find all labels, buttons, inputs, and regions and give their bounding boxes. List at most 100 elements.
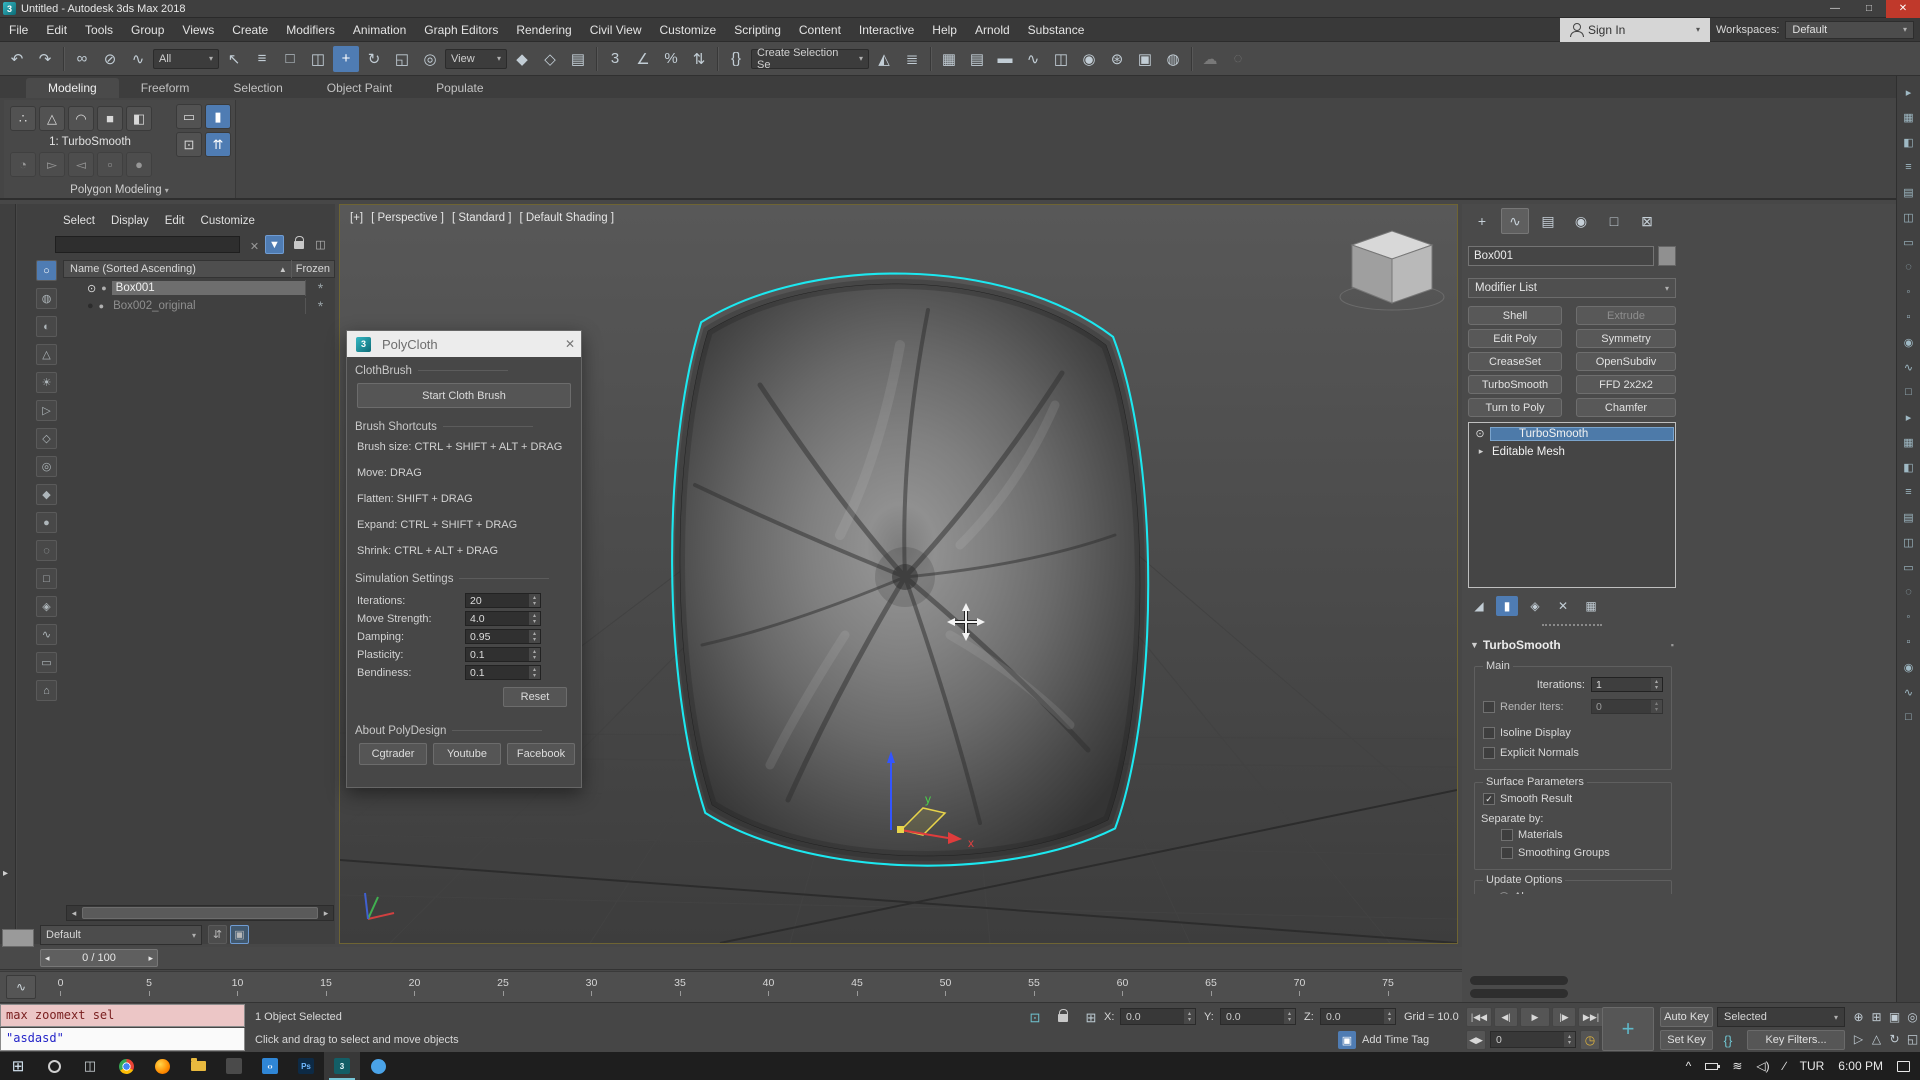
explorer-filter-icon[interactable]: □	[36, 568, 57, 589]
about-button-cgtrader[interactable]: Cgtrader	[359, 743, 427, 765]
taskbar-app-vscode[interactable]: ‹›	[252, 1052, 288, 1080]
spin-down-icon[interactable]: ▾	[529, 673, 540, 679]
name-column-header[interactable]: Name (Sorted Ascending)	[64, 263, 196, 275]
pin-stack-icon[interactable]: ◢	[1468, 596, 1490, 616]
transform-gizmo-icon[interactable]: ⊞	[1080, 1008, 1102, 1028]
show-end-result-icon[interactable]: ▮	[1496, 596, 1518, 616]
iterations-spinner[interactable]: 1 ▴▾	[1591, 677, 1663, 692]
stack-modifier-name[interactable]: TurboSmooth	[1490, 427, 1674, 441]
reset-button[interactable]: Reset	[503, 687, 567, 707]
docked-toolbar-icon[interactable]: ▤	[1900, 183, 1918, 201]
walk-through-icon[interactable]: △	[1868, 1030, 1885, 1047]
zoom-icon[interactable]: ⊕	[1850, 1008, 1867, 1025]
lock-stack-icon[interactable]: ⊡	[176, 132, 202, 157]
pin-stack-icon[interactable]: ▭	[176, 104, 202, 129]
start-button[interactable]: ⊞	[0, 1052, 36, 1080]
about-button-facebook[interactable]: Facebook	[507, 743, 575, 765]
toggle-scene-explorer-icon[interactable]: ▦	[936, 46, 962, 72]
sign-in-button[interactable]: Sign In ▾	[1560, 18, 1710, 42]
align-icon[interactable]: ≣	[899, 46, 925, 72]
maxscript-listener-macro[interactable]: max zoomext sel	[0, 1004, 245, 1027]
columns-icon[interactable]: ◫	[311, 235, 330, 254]
menu-tools[interactable]: Tools	[76, 18, 122, 42]
expand-icon[interactable]: ▸	[1474, 446, 1488, 457]
scrollbar-thumb[interactable]	[82, 907, 318, 919]
eye-icon[interactable]: ⊙	[1470, 427, 1490, 440]
isoline-display-checkbox[interactable]: Isoline Display	[1483, 727, 1571, 739]
tray-wifi-icon[interactable]: ≋	[1732, 1059, 1742, 1073]
explorer-filter-icon[interactable]: ⌂	[36, 680, 57, 701]
explorer-settings-icon[interactable]: ⇵	[208, 925, 227, 944]
clear-search-icon[interactable]: ✕	[245, 237, 264, 256]
language-indicator[interactable]: TUR	[1800, 1059, 1825, 1073]
docked-toolbar-icon[interactable]: ▭	[1900, 233, 1918, 251]
modifier-button-shell[interactable]: Shell	[1468, 306, 1562, 325]
docked-toolbar-icon[interactable]: ∿	[1900, 358, 1918, 376]
key-filters-button[interactable]: Key Filters...	[1747, 1030, 1845, 1050]
tab-hierarchy[interactable]: ▤	[1534, 208, 1562, 234]
edit-named-selection-sets-icon[interactable]: {}	[723, 46, 749, 72]
menu-help[interactable]: Help	[923, 18, 966, 42]
docked-toolbar-icon[interactable]: ◌	[1900, 258, 1918, 276]
spin-down-icon[interactable]: ▾	[1384, 1017, 1395, 1023]
select-and-move-icon[interactable]: +	[333, 46, 359, 72]
pillow-object[interactable]	[672, 274, 1148, 866]
docked-toolbar-icon[interactable]: ▫	[1900, 308, 1918, 326]
modifier-button-creaseset[interactable]: CreaseSet	[1468, 352, 1562, 371]
render-setup-icon[interactable]: ⊛	[1104, 46, 1130, 72]
menu-views[interactable]: Views	[173, 18, 223, 42]
explorer-filter-icon[interactable]: ☀	[36, 372, 57, 393]
minimize-button[interactable]: —	[1818, 0, 1852, 18]
maxscript-listener-input[interactable]: "asdasd"	[0, 1028, 245, 1051]
search-button[interactable]	[36, 1052, 72, 1080]
next-frame-button[interactable]: |▶	[1552, 1007, 1576, 1027]
vertex-mode-icon[interactable]: ∴	[10, 106, 36, 131]
action-center-icon[interactable]	[1897, 1061, 1910, 1072]
docked-toolbar-icon[interactable]: ◌	[1900, 583, 1918, 601]
modifier-button-turn-to-poly[interactable]: Turn to Poly	[1468, 398, 1562, 417]
percent-snap-icon[interactable]: %	[658, 46, 684, 72]
explorer-preset-dropdown[interactable]: Default ▾	[40, 925, 202, 945]
explorer-filter-icon[interactable]: ◇	[36, 428, 57, 449]
object-name[interactable]: Box001	[112, 281, 305, 295]
docked-toolbar-icon[interactable]: ◧	[1900, 458, 1918, 476]
render-in-cloud-icon[interactable]: ☁	[1197, 46, 1223, 72]
axis-field-x-[interactable]: 0.0▴▾	[1120, 1008, 1196, 1025]
ribbon-tool-icon[interactable]: ▫	[97, 152, 123, 177]
docked-toolbar-icon[interactable]: ◦	[1900, 283, 1918, 301]
spin-down-icon[interactable]: ▾	[1284, 1017, 1295, 1023]
select-object-icon[interactable]: ↖	[221, 46, 247, 72]
scroll-left-icon[interactable]: ◂	[67, 906, 81, 920]
filter-icon[interactable]: ▼	[265, 235, 284, 254]
zoom-extents-icon[interactable]: ▣	[1886, 1008, 1903, 1025]
polycloth-dialog[interactable]: 3 PolyCloth ✕ ClothBrush Start Cloth Bru…	[346, 330, 582, 788]
lock-icon[interactable]	[289, 235, 308, 254]
explorer-window-icon[interactable]: ▣	[230, 925, 249, 944]
spin-down-icon[interactable]: ▾	[529, 619, 540, 625]
ribbon-tool-icon[interactable]: ◅	[68, 152, 94, 177]
modifier-button-extrude[interactable]: Extrude	[1576, 306, 1676, 325]
modifier-button-turbosmooth[interactable]: TurboSmooth	[1468, 375, 1562, 394]
explorer-filter-icon[interactable]: ∿	[36, 624, 57, 645]
maximize-button[interactable]: □	[1852, 0, 1886, 18]
spin-down-icon[interactable]: ▾	[1564, 1040, 1575, 1046]
time-configuration-icon[interactable]: ◷	[1580, 1030, 1600, 1050]
taskbar-app-generic[interactable]	[216, 1052, 252, 1080]
play-button[interactable]: ▶	[1520, 1007, 1550, 1027]
reference-coordinate-dropdown[interactable]: View▾	[445, 49, 507, 69]
menu-edit[interactable]: Edit	[37, 18, 76, 42]
modifier-button-opensubdiv[interactable]: OpenSubdiv	[1576, 352, 1676, 371]
menu-content[interactable]: Content	[790, 18, 850, 42]
search-input[interactable]	[55, 236, 240, 253]
unlink-selection-icon[interactable]: ⊘	[97, 46, 123, 72]
taskbar-app-blue[interactable]	[360, 1052, 396, 1080]
explorer-menu-display[interactable]: Display	[103, 215, 157, 227]
taskbar-app-file-explorer[interactable]	[180, 1052, 216, 1080]
taskbar-app-firefox[interactable]	[144, 1052, 180, 1080]
select-and-rotate-icon[interactable]: ↻	[361, 46, 387, 72]
spin-down-icon[interactable]: ▾	[529, 655, 540, 661]
undo-icon[interactable]: ↶	[4, 46, 30, 72]
field-of-view-icon[interactable]: ▷	[1850, 1030, 1867, 1047]
next-modifier-icon[interactable]: ⇈	[205, 132, 231, 157]
menu-interactive[interactable]: Interactive	[850, 18, 923, 42]
